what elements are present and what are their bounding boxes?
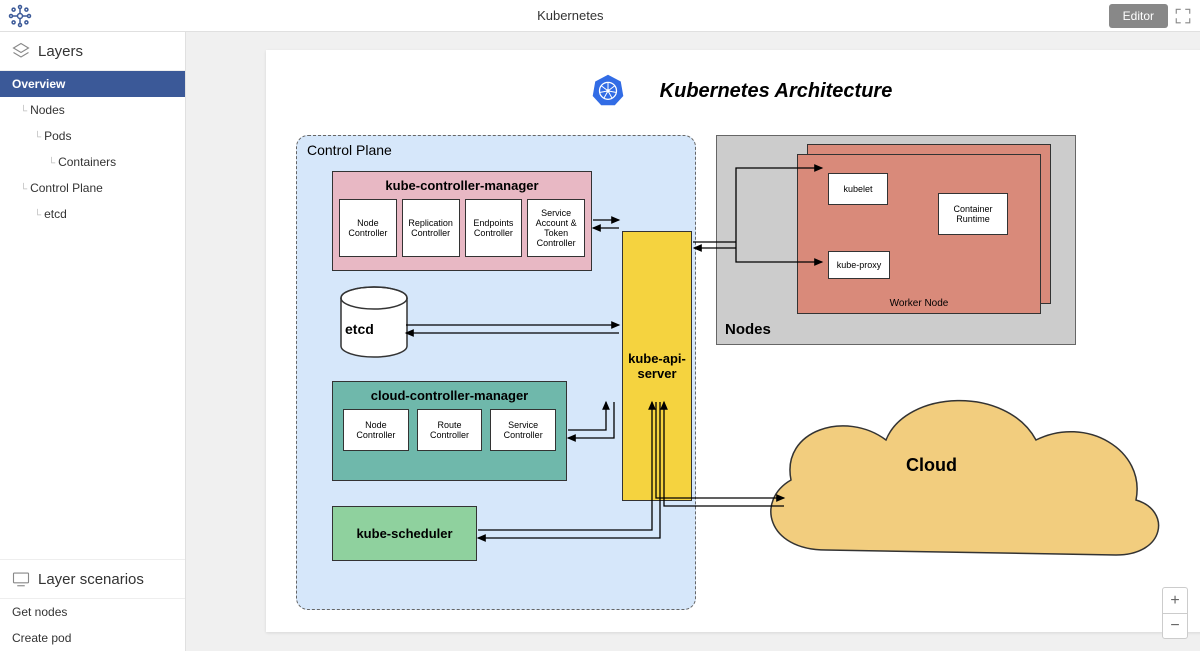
diagram-title: Kubernetes Architecture <box>266 80 1200 103</box>
app-logo-icon <box>8 4 32 28</box>
tree-item-control-plane[interactable]: └Control Plane <box>0 175 185 201</box>
layers-header: Layers <box>0 32 185 71</box>
worker-node-label: Worker Node <box>798 298 1040 309</box>
tree-item-etcd[interactable]: └etcd <box>0 201 185 227</box>
worker-node-box: Worker Node kubelet Container Runtime ku… <box>797 154 1041 314</box>
scenarios-label: Layer scenarios <box>38 571 144 588</box>
canvas[interactable]: Kubernetes Architecture Control Plane ku… <box>186 32 1200 651</box>
kube-controller-manager-box: kube-controller-manager Node Controller … <box>332 171 592 271</box>
monitor-icon <box>12 570 30 588</box>
tree-item-nodes[interactable]: └Nodes <box>0 97 185 123</box>
scenario-get-nodes[interactable]: Get nodes <box>0 599 185 625</box>
page-title: Kubernetes <box>32 8 1109 23</box>
fullscreen-icon[interactable] <box>1174 7 1192 25</box>
ccm-service-controller: Service Controller <box>490 409 556 451</box>
control-plane-box: Control Plane kube-controller-manager No… <box>296 135 696 610</box>
control-plane-label: Control Plane <box>307 142 392 158</box>
scenarios-section: Layer scenarios Get nodes Create pod <box>0 559 185 651</box>
scenario-create-pod[interactable]: Create pod <box>0 625 185 651</box>
nodes-box: Nodes Worker Node kubelet Container Runt… <box>716 135 1076 345</box>
ccm-node-controller: Node Controller <box>343 409 409 451</box>
kubelet-box: kubelet <box>828 173 888 205</box>
etcd-label: etcd <box>345 321 374 337</box>
tree-item-containers[interactable]: └Containers <box>0 149 185 175</box>
zoom-in-button[interactable]: + <box>1162 587 1188 613</box>
zoom-out-button[interactable]: − <box>1162 613 1188 639</box>
zoom-controls: + − <box>1162 587 1188 639</box>
diagram: Kubernetes Architecture Control Plane ku… <box>266 50 1200 632</box>
kcm-label: kube-controller-manager <box>333 172 591 199</box>
cloud-shape-icon <box>746 360 1176 590</box>
tree-item-pods[interactable]: └Pods <box>0 123 185 149</box>
kcm-endpoints-controller: Endpoints Controller <box>465 199 523 257</box>
kcm-service-account-controller: Service Account & Token Controller <box>527 199 585 257</box>
container-runtime-box: Container Runtime <box>938 193 1008 235</box>
ccm-route-controller: Route Controller <box>417 409 483 451</box>
kcm-node-controller: Node Controller <box>339 199 397 257</box>
nodes-label: Nodes <box>725 321 771 338</box>
kube-scheduler-box: kube-scheduler <box>332 506 477 561</box>
main: Layers Overview └Nodes └Pods └Containers… <box>0 32 1200 651</box>
editor-button[interactable]: Editor <box>1109 4 1168 28</box>
layers-label: Layers <box>38 43 83 60</box>
layers-icon <box>12 42 30 60</box>
tree-item-overview[interactable]: Overview <box>0 71 185 97</box>
kube-proxy-box: kube-proxy <box>828 251 890 279</box>
kcm-replication-controller: Replication Controller <box>402 199 460 257</box>
sidebar: Layers Overview └Nodes └Pods └Containers… <box>0 32 186 651</box>
cloud-controller-manager-box: cloud-controller-manager Node Controller… <box>332 381 567 481</box>
scenarios-header: Layer scenarios <box>0 560 185 599</box>
ccm-label: cloud-controller-manager <box>333 382 566 409</box>
topbar: Kubernetes Editor <box>0 0 1200 32</box>
kube-api-server-box: kube-api-server <box>622 231 692 501</box>
cloud-label: Cloud <box>906 455 957 476</box>
